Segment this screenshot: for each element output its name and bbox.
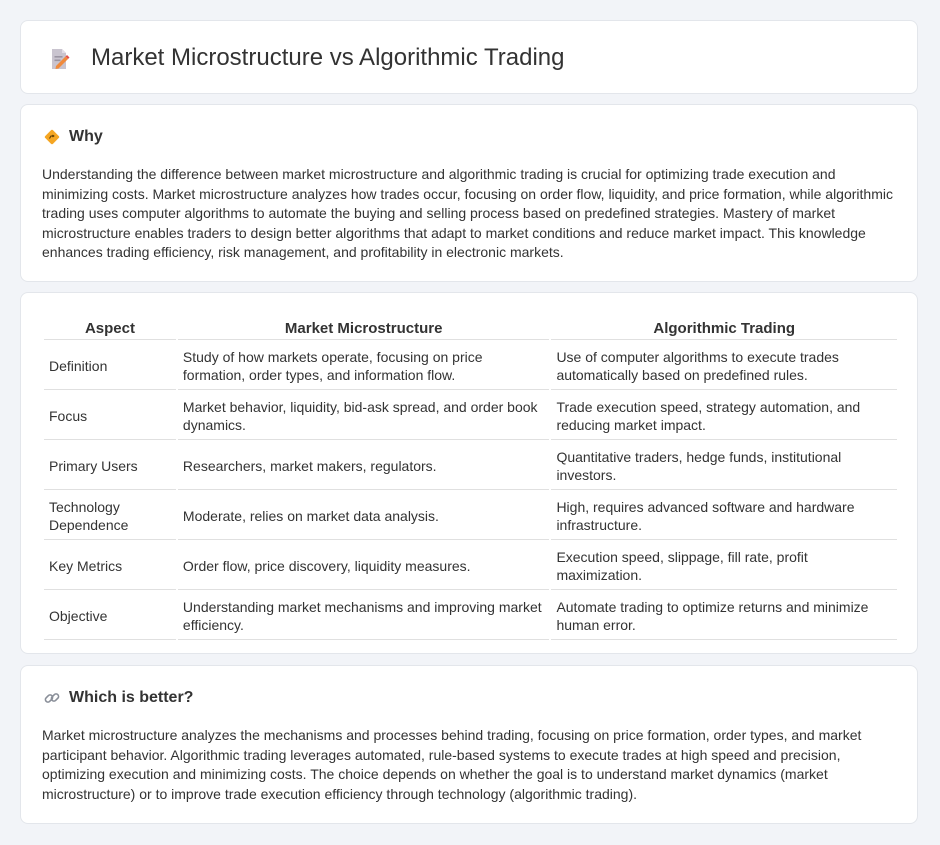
why-text: Understanding the difference between mar… bbox=[42, 166, 893, 261]
aspect-cell: Definition bbox=[44, 342, 176, 390]
header-market-microstructure: Market Microstructure bbox=[177, 319, 550, 340]
header-algorithmic-trading: Algorithmic Trading bbox=[551, 319, 897, 340]
microstructure-cell: Order flow, price discovery, liquidity m… bbox=[177, 542, 550, 590]
algorithmic-cell: Automate trading to optimize returns and… bbox=[551, 592, 897, 640]
algorithmic-cell: Execution speed, slippage, fill rate, pr… bbox=[551, 542, 897, 590]
table-row: Primary Users Researchers, market makers… bbox=[44, 442, 897, 490]
which-is-better-header: Which is better? bbox=[43, 687, 193, 709]
header-card: Market Microstructure vs Algorithmic Tra… bbox=[20, 20, 918, 94]
table-header-row: Aspect Market Microstructure Algorithmic… bbox=[44, 319, 897, 340]
aspect-cell: Key Metrics bbox=[44, 542, 176, 590]
which-is-better-section: Which is better? Market microstructure a… bbox=[20, 665, 918, 824]
aspect-cell: Technology Dependence bbox=[44, 492, 176, 540]
link-icon bbox=[44, 693, 60, 703]
microstructure-cell: Market behavior, liquidity, bid-ask spre… bbox=[177, 392, 550, 440]
algorithmic-cell: Use of computer algorithms to execute tr… bbox=[551, 342, 897, 390]
why-heading: Why bbox=[69, 128, 103, 145]
comparison-table: Aspect Market Microstructure Algorithmic… bbox=[42, 317, 899, 642]
which-is-better-heading: Which is better? bbox=[69, 689, 194, 706]
header-aspect: Aspect bbox=[44, 319, 176, 340]
aspect-cell: Primary Users bbox=[44, 442, 176, 490]
which-is-better-text: Market microstructure analyzes the mecha… bbox=[42, 727, 862, 802]
table-row: Objective Understanding market mechanism… bbox=[44, 592, 897, 640]
comparison-section: Aspect Market Microstructure Algorithmic… bbox=[20, 292, 918, 654]
algorithmic-cell: High, requires advanced software and har… bbox=[551, 492, 897, 540]
aspect-cell: Objective bbox=[44, 592, 176, 640]
aspect-cell: Focus bbox=[44, 392, 176, 440]
microstructure-cell: Study of how markets operate, focusing o… bbox=[177, 342, 550, 390]
diamond-sign-icon bbox=[44, 129, 60, 145]
table-row: Technology Dependence Moderate, relies o… bbox=[44, 492, 897, 540]
document-edit-icon bbox=[52, 49, 70, 69]
algorithmic-cell: Quantitative traders, hedge funds, insti… bbox=[551, 442, 897, 490]
table-row: Key Metrics Order flow, price discovery,… bbox=[44, 542, 897, 590]
microstructure-cell: Moderate, relies on market data analysis… bbox=[177, 492, 550, 540]
why-section-header: Why bbox=[43, 126, 103, 148]
microstructure-cell: Researchers, market makers, regulators. bbox=[177, 442, 550, 490]
table-row: Focus Market behavior, liquidity, bid-as… bbox=[44, 392, 897, 440]
why-section: Why Understanding the difference between… bbox=[20, 104, 918, 282]
algorithmic-cell: Trade execution speed, strategy automati… bbox=[551, 392, 897, 440]
table-row: Definition Study of how markets operate,… bbox=[44, 342, 897, 390]
microstructure-cell: Understanding market mechanisms and impr… bbox=[177, 592, 550, 640]
page-title: Market Microstructure vs Algorithmic Tra… bbox=[91, 44, 565, 71]
